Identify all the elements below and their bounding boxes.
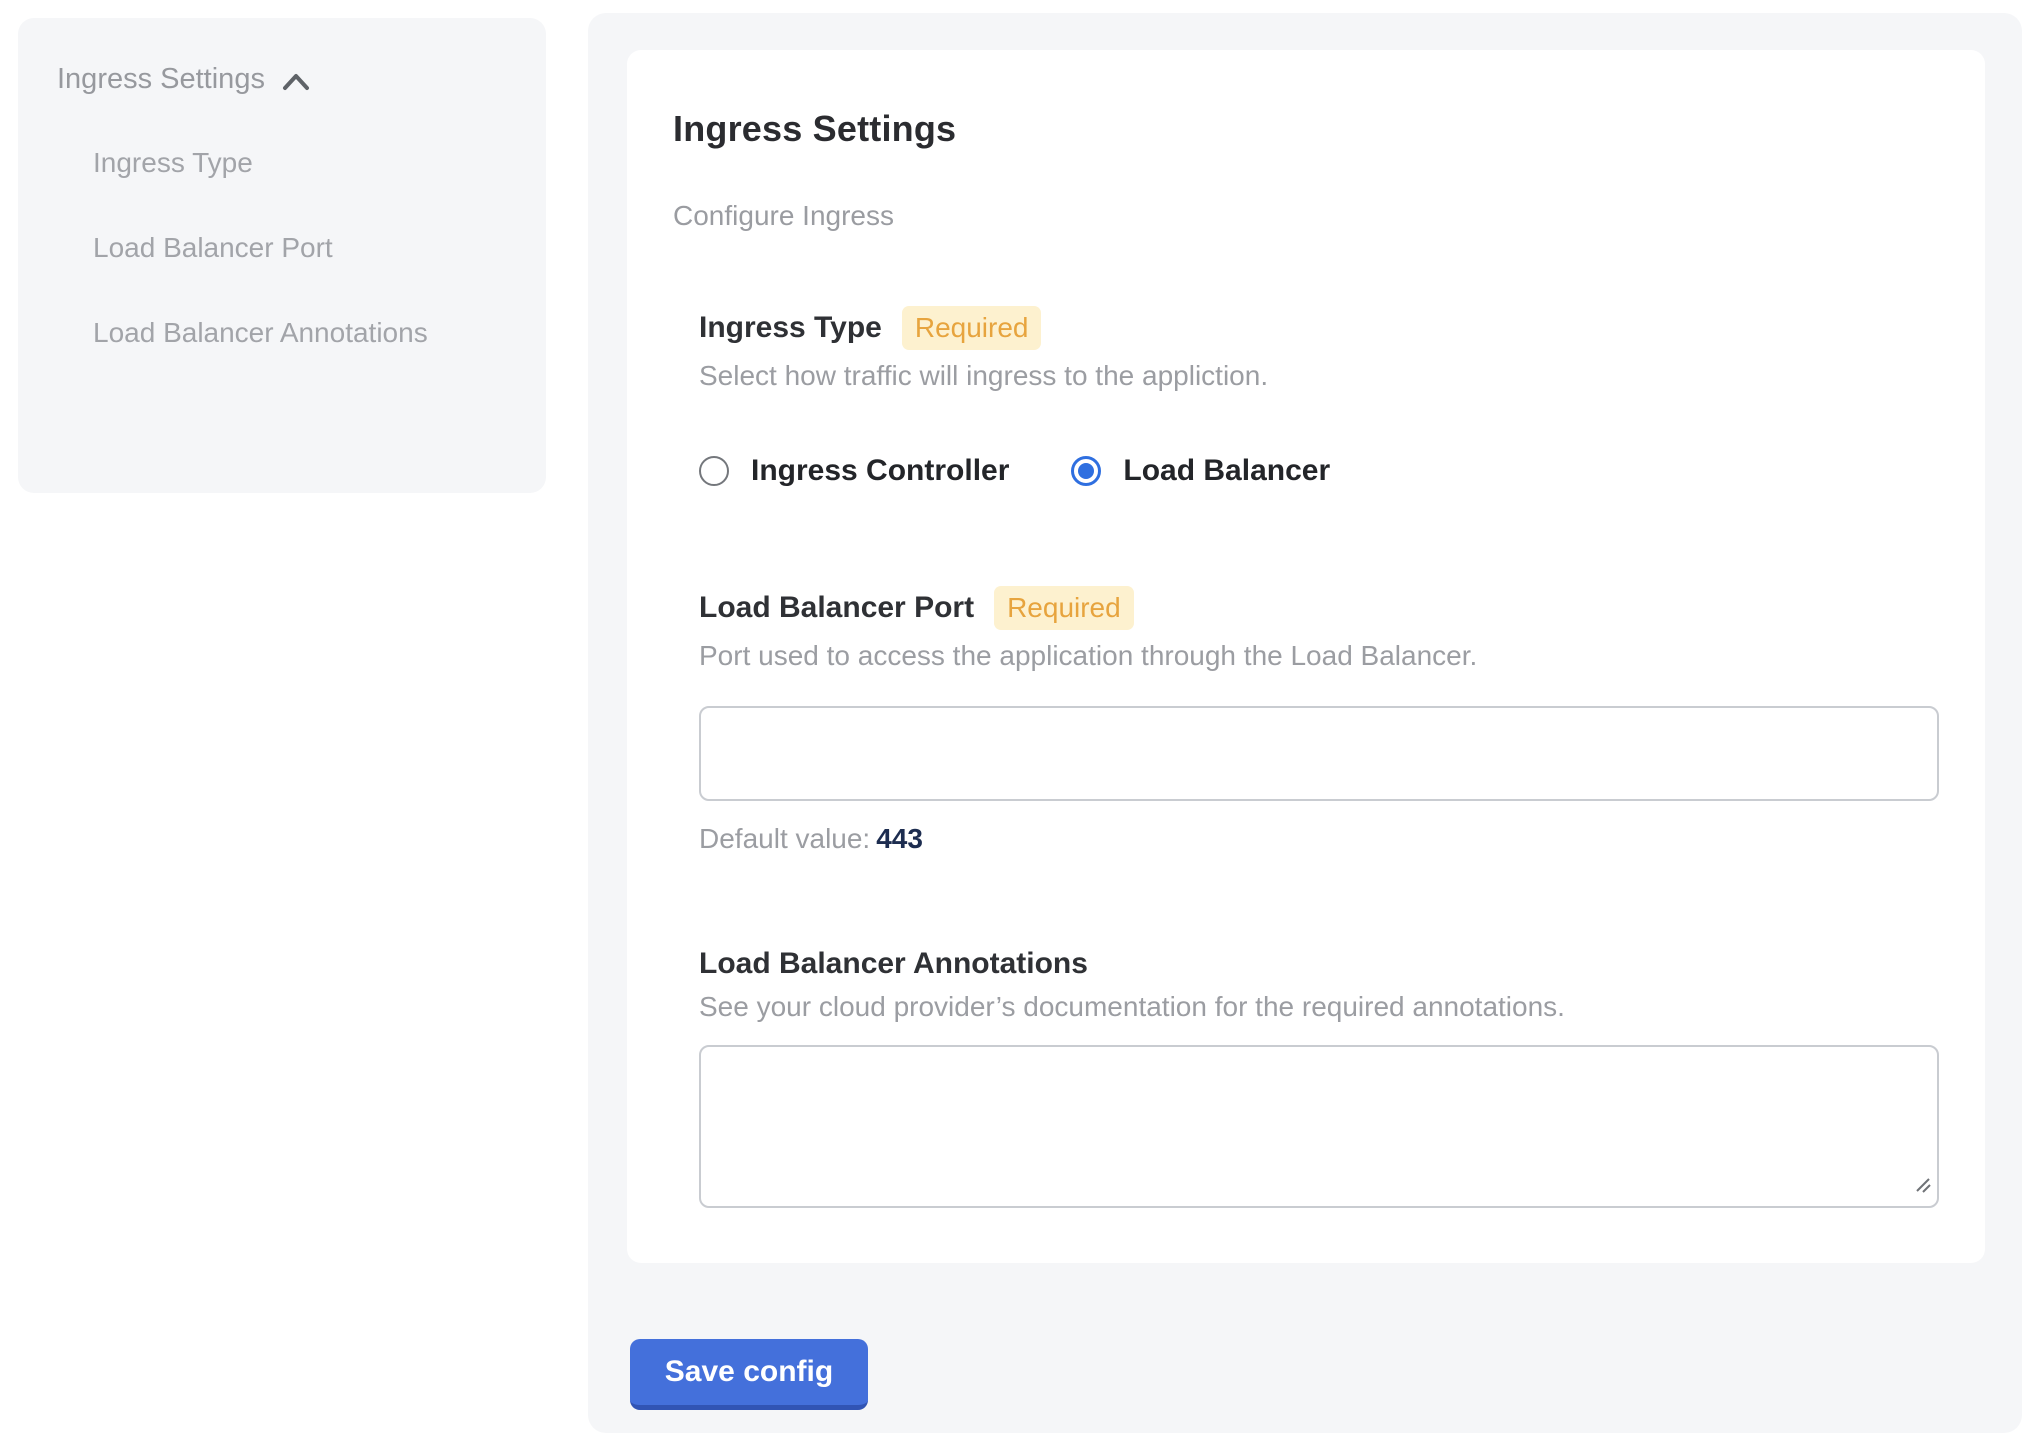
settings-panel: Ingress Settings Configure Ingress Ingre… — [588, 13, 2022, 1433]
load-balancer-annotations-section: Load Balancer Annotations See your cloud… — [699, 947, 1939, 1208]
load-balancer-port-input[interactable] — [699, 706, 1939, 801]
sidebar-section-toggle[interactable]: Ingress Settings — [57, 50, 516, 108]
ingress-type-section: Ingress Type Required Select how traffic… — [699, 306, 1939, 488]
required-badge: Required — [994, 586, 1134, 630]
radio-option-load-balancer[interactable]: Load Balancer — [1071, 454, 1330, 488]
ingress-settings-card: Ingress Settings Configure Ingress Ingre… — [627, 50, 1985, 1263]
load-balancer-annotations-description: See your cloud provider’s documentation … — [699, 991, 1939, 1023]
default-value-line: Default value:443 — [699, 823, 1939, 855]
radio-unselected-icon[interactable] — [699, 456, 729, 486]
save-config-button[interactable]: Save config — [630, 1339, 868, 1410]
sidebar-item-load-balancer-annotations[interactable]: Load Balancer Annotations — [93, 304, 443, 362]
load-balancer-annotations-heading: Load Balancer Annotations — [699, 947, 1088, 981]
page-subtitle: Configure Ingress — [673, 200, 1939, 232]
ingress-type-description: Select how traffic will ingress to the a… — [699, 360, 1939, 392]
load-balancer-port-section: Load Balancer Port Required Port used to… — [699, 586, 1939, 855]
ingress-type-heading: Ingress Type — [699, 311, 882, 345]
load-balancer-port-description: Port used to access the application thro… — [699, 640, 1939, 672]
page-title: Ingress Settings — [673, 108, 1939, 150]
load-balancer-port-heading: Load Balancer Port — [699, 591, 974, 625]
sidebar-item-list: Ingress Type Load Balancer Port Load Bal… — [57, 134, 516, 362]
ingress-type-radio-group: Ingress Controller Load Balancer — [699, 454, 1939, 488]
radio-label: Load Balancer — [1123, 454, 1330, 488]
required-badge: Required — [902, 306, 1042, 350]
sidebar-item-ingress-type[interactable]: Ingress Type — [93, 134, 443, 192]
chevron-up-icon — [281, 71, 311, 93]
radio-option-ingress-controller[interactable]: Ingress Controller — [699, 454, 1009, 488]
radio-label: Ingress Controller — [751, 454, 1009, 488]
default-value-number: 443 — [876, 823, 923, 854]
radio-selected-icon[interactable] — [1071, 456, 1101, 486]
default-value-label: Default value: — [699, 823, 870, 854]
sidebar-section-label: Ingress Settings — [57, 50, 265, 108]
settings-sidebar: Ingress Settings Ingress Type Load Balan… — [18, 18, 546, 493]
sidebar-item-load-balancer-port[interactable]: Load Balancer Port — [93, 219, 443, 277]
load-balancer-annotations-textarea[interactable] — [699, 1045, 1939, 1208]
